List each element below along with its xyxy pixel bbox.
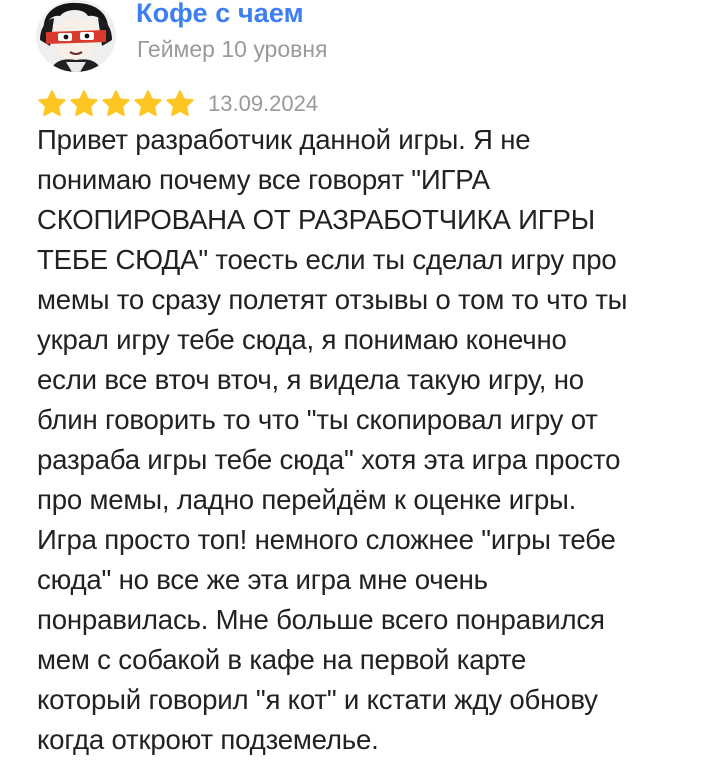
review-date: 13.09.2024: [208, 91, 319, 116]
author-level: Геймер 10 уровня: [137, 36, 328, 62]
review-card: Кофе с чаем Геймер 10 уровня 13.09.2024 …: [0, 0, 712, 756]
star-icon: [38, 90, 66, 117]
star-icon: [134, 90, 162, 117]
review-text: Привет разработчик данной игры. Я не пон…: [37, 124, 628, 755]
star-icon: [102, 90, 130, 117]
anime-character-avatar-icon: [36, 0, 116, 72]
star-icon: [70, 90, 98, 117]
rating-row: 13.09.2024: [37, 89, 318, 119]
star-icon: [166, 90, 194, 117]
rating-stars: [37, 89, 195, 119]
author-avatar[interactable]: [36, 0, 116, 72]
author-name[interactable]: Кофе с чаем: [136, 0, 304, 29]
